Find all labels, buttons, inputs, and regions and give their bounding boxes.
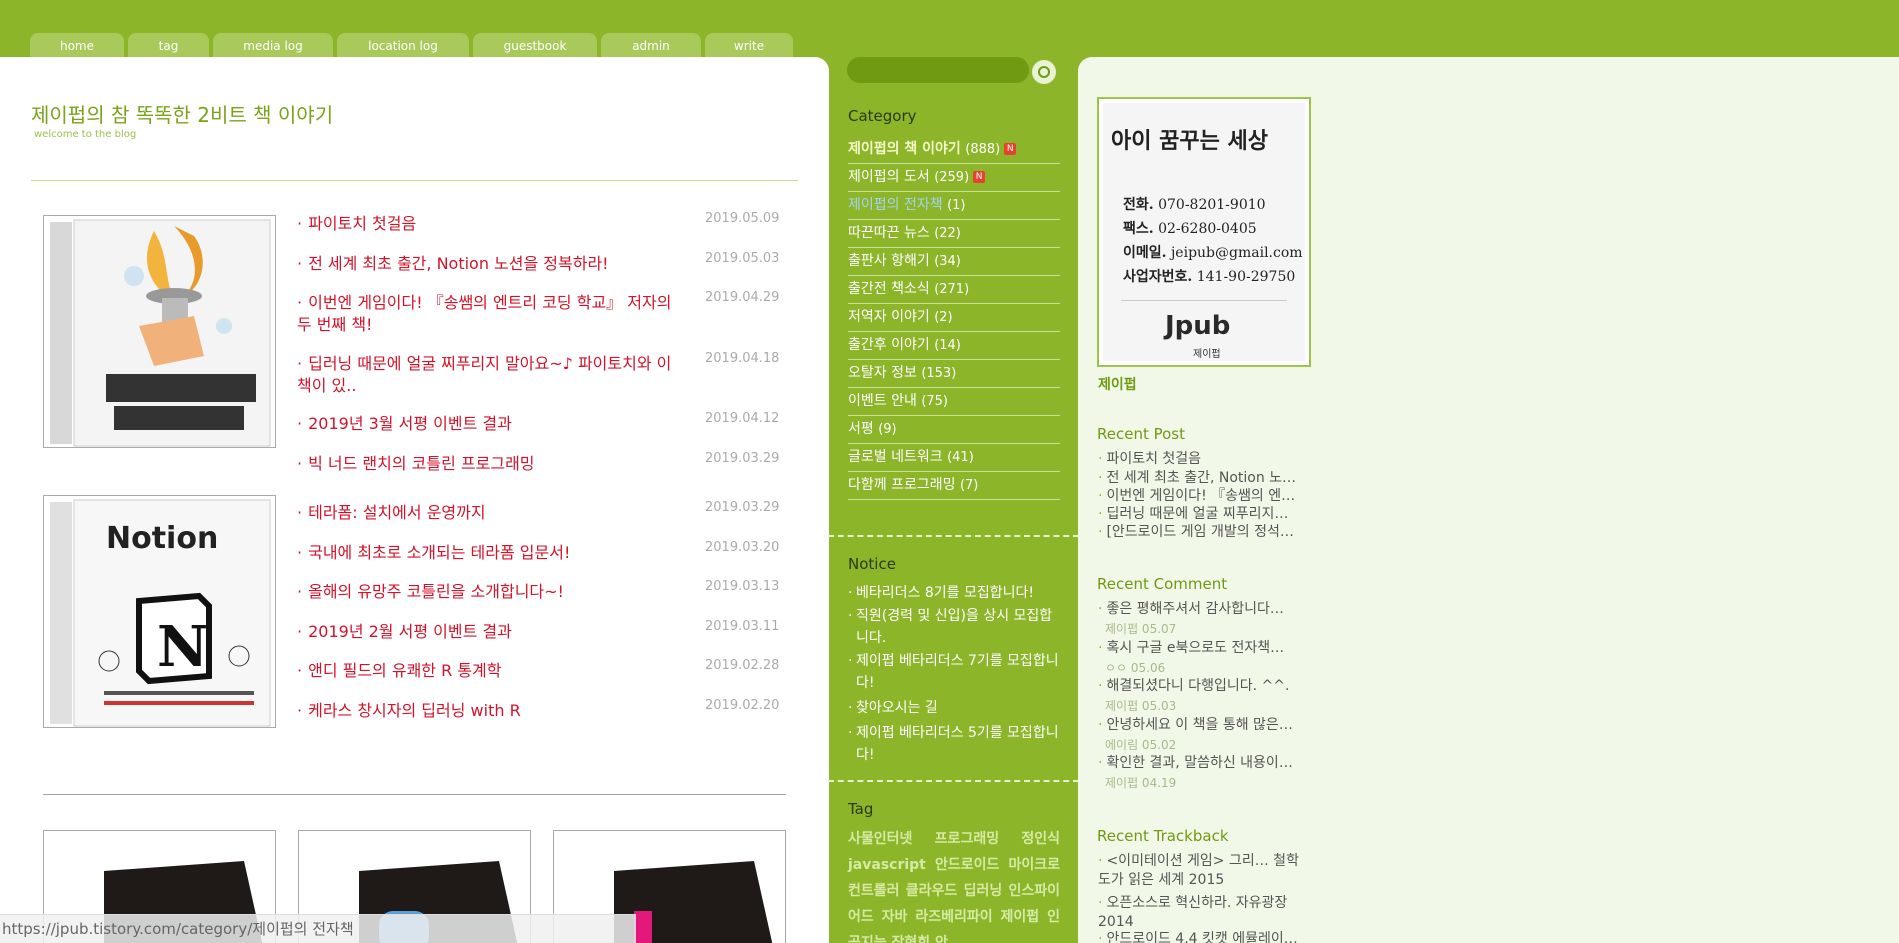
post-link[interactable]: · 케라스 창시자의 딥러닝 with R bbox=[297, 700, 677, 722]
owner-name[interactable]: 제이펍 bbox=[1098, 374, 1137, 394]
notice-item[interactable]: 찾아오시는 길 bbox=[848, 697, 1060, 719]
recent-post-item[interactable]: 이번엔 게임이다! 『송쌤의 엔… bbox=[1098, 487, 1308, 506]
post-date: 2019.04.18 bbox=[705, 351, 780, 366]
category-item[interactable]: 제이펍의 전자책 (1) bbox=[848, 192, 1060, 220]
notice-item[interactable]: 제이펍 베타리더스 7기를 모집합니다! bbox=[848, 650, 1060, 694]
post-link[interactable]: · 빅 너드 랜치의 코틀린 프로그래밍 bbox=[297, 453, 677, 475]
post-link[interactable]: · 이번엔 게임이다! 『송쌤의 엔트리 코딩 학교』 저자의 두 번째 책! bbox=[297, 292, 677, 336]
nav-guestbook[interactable]: guestbook bbox=[473, 33, 597, 57]
search-input[interactable] bbox=[847, 57, 1029, 83]
recent-comment-item[interactable]: 혹시 구글 e북으로도 전자책… bbox=[1098, 639, 1308, 658]
book-cover-pytorch[interactable] bbox=[43, 215, 276, 448]
recent-trackback-item[interactable]: 안드로이드 4.4 킷캣 에뮬레이… bbox=[1098, 930, 1308, 943]
comment-meta: 에이림 05.02 bbox=[1105, 738, 1177, 752]
post-link[interactable]: · 올해의 유망주 코틀린을 소개합니다~! bbox=[297, 581, 677, 603]
divider bbox=[31, 180, 798, 181]
post-link[interactable]: · 딥러닝 때문에 얼굴 찌푸리지 말아요~♪ 파이토치와 이 책이 있.. bbox=[297, 353, 677, 397]
divider bbox=[43, 794, 786, 795]
recent-comment-heading: Recent Comment bbox=[1097, 575, 1228, 593]
svg-text:N: N bbox=[157, 614, 208, 680]
blog-subtitle: welcome to the blog bbox=[34, 129, 137, 140]
recent-comment-item[interactable]: 좋은 평해주셔서 감사합니다… bbox=[1098, 600, 1308, 619]
post-date: 2019.03.11 bbox=[705, 619, 780, 634]
post-date: 2019.05.03 bbox=[705, 251, 780, 266]
banner-brand: 아이 꿈꾸는 세상 bbox=[1111, 129, 1268, 154]
contact-banner[interactable]: 아이 꿈꾸는 세상 전화. 070-8201-9010 팩스. 02-6280-… bbox=[1097, 97, 1311, 367]
recent-post-heading: Recent Post bbox=[1097, 425, 1185, 443]
post-date: 2019.04.29 bbox=[705, 290, 780, 305]
post-date: 2019.02.20 bbox=[705, 698, 780, 713]
category-item[interactable]: 출판사 항해기 (34) bbox=[848, 248, 1060, 276]
nav-home[interactable]: home bbox=[30, 33, 124, 57]
new-badge: N bbox=[973, 171, 986, 183]
category-heading: Category bbox=[848, 107, 917, 125]
jpub-logo-sub: 제이펍 bbox=[1193, 349, 1221, 360]
nav-media-log[interactable]: media log bbox=[213, 33, 333, 57]
comment-meta: 제이펍 05.07 bbox=[1105, 622, 1177, 636]
divider bbox=[828, 535, 1079, 537]
category-item[interactable]: 제이펍의 도서 (259) N bbox=[848, 164, 1060, 192]
category-item[interactable]: 제이펍의 책 이야기 (888) N bbox=[848, 136, 1060, 164]
recent-trackback-item[interactable]: <이미테이션 게임> 그리… 철학도가 읽은 세계 2015 bbox=[1098, 852, 1308, 890]
nav-location-log[interactable]: location log bbox=[337, 33, 469, 57]
post-link[interactable]: · 테라폼: 설치에서 운영까지 bbox=[297, 502, 677, 524]
divider bbox=[828, 780, 1079, 782]
notice-item[interactable]: 직원(경력 및 신입)을 상시 모집합니다. bbox=[848, 605, 1060, 649]
main-content: 제이펍의 참 똑똑한 2비트 책 이야기 welcome to the blog… bbox=[0, 57, 829, 943]
post-link[interactable]: · 국내에 최초로 소개되는 테라폼 입문서! bbox=[297, 542, 677, 564]
recent-post-item[interactable]: 파이토치 첫걸음 bbox=[1098, 450, 1308, 469]
category-item[interactable]: 저역자 이야기 (2) bbox=[848, 304, 1060, 332]
blog-title[interactable]: 제이펍의 참 똑똑한 2비트 책 이야기 bbox=[31, 99, 333, 128]
category-item[interactable]: 출간전 책소식 (271) bbox=[848, 276, 1060, 304]
post-date: 2019.05.09 bbox=[705, 211, 780, 226]
category-item[interactable]: 다함께 프로그래밍 (7) bbox=[848, 472, 1060, 500]
notice-item[interactable]: 제이펍 베타리더스 5기를 모집합니다! bbox=[848, 722, 1060, 766]
post-date: 2019.03.29 bbox=[705, 451, 780, 466]
post-date: 2019.03.13 bbox=[705, 579, 780, 594]
notice-heading: Notice bbox=[848, 555, 896, 573]
category-item[interactable]: 글로벌 네트워크 (41) bbox=[848, 444, 1060, 472]
post-date: 2019.03.29 bbox=[705, 500, 780, 515]
category-item[interactable]: 오탈자 정보 (153) bbox=[848, 360, 1060, 388]
post-date: 2019.03.20 bbox=[705, 540, 780, 555]
recent-comment-item[interactable]: 안녕하세요 이 책을 통해 많은… bbox=[1098, 716, 1308, 735]
jpub-logo: Jpub bbox=[1165, 311, 1231, 341]
nav-tag[interactable]: tag bbox=[128, 33, 209, 57]
recent-trackback-heading: Recent Trackback bbox=[1097, 827, 1229, 845]
post-link[interactable]: · 앤디 필드의 유쾌한 R 통계학 bbox=[297, 660, 677, 682]
recent-post-item[interactable]: [안드로이드 게임 개발의 정석… bbox=[1098, 523, 1308, 542]
recent-comment-item[interactable]: 해결되셨다니 다행입니다. ^^. bbox=[1098, 677, 1308, 696]
notice-item[interactable]: 베타리더스 8기를 모집합니다! bbox=[848, 582, 1060, 604]
tag-cloud[interactable]: 사물인터넷 프로그래밍 정인식 javascript 안드로이드 마이크로컨트롤… bbox=[848, 826, 1060, 943]
category-item[interactable]: 서평 (9) bbox=[848, 416, 1060, 444]
recent-comment-item[interactable]: 확인한 결과, 말씀하신 내용이… bbox=[1098, 754, 1308, 773]
svg-text:Notion: Notion bbox=[106, 521, 218, 556]
book-cover-notion[interactable]: Notion N bbox=[43, 495, 276, 728]
post-link[interactable]: · 전 세계 최초 출간, Notion 노션을 정복하라! bbox=[297, 253, 677, 275]
post-link[interactable]: · 파이토치 첫걸음 bbox=[297, 213, 677, 235]
new-badge: N bbox=[1004, 143, 1017, 155]
comment-meta: ㅇㅇ 05.06 bbox=[1105, 661, 1166, 675]
post-link[interactable]: · 2019년 2월 서평 이벤트 결과 bbox=[297, 621, 677, 643]
tag-heading: Tag bbox=[848, 800, 874, 818]
search-icon[interactable] bbox=[1032, 60, 1056, 84]
category-item[interactable]: 이벤트 안내 (75) bbox=[848, 388, 1060, 416]
recent-trackback-item[interactable]: 오픈소스로 혁신하라. 자유광장 2014 bbox=[1098, 894, 1308, 932]
recent-post-item[interactable]: 딥러닝 때문에 얼굴 찌푸리지… bbox=[1098, 505, 1308, 524]
nav-write[interactable]: write bbox=[705, 33, 793, 57]
category-item[interactable]: 따끈따끈 뉴스 (22) bbox=[848, 220, 1060, 248]
comment-meta: 제이펍 04.19 bbox=[1105, 776, 1177, 790]
status-bar-url: https://jpub.tistory.com/category/제이펍의 전… bbox=[0, 914, 636, 943]
post-date: 2019.04.12 bbox=[705, 411, 780, 426]
comment-meta: 제이펍 05.03 bbox=[1105, 699, 1177, 713]
nav-admin[interactable]: admin bbox=[601, 33, 701, 57]
recent-post-item[interactable]: 전 세계 최초 출간, Notion 노… bbox=[1098, 469, 1308, 488]
category-item[interactable]: 출간후 이야기 (14) bbox=[848, 332, 1060, 360]
post-link[interactable]: · 2019년 3월 서평 이벤트 결과 bbox=[297, 413, 677, 435]
post-date: 2019.02.28 bbox=[705, 658, 780, 673]
